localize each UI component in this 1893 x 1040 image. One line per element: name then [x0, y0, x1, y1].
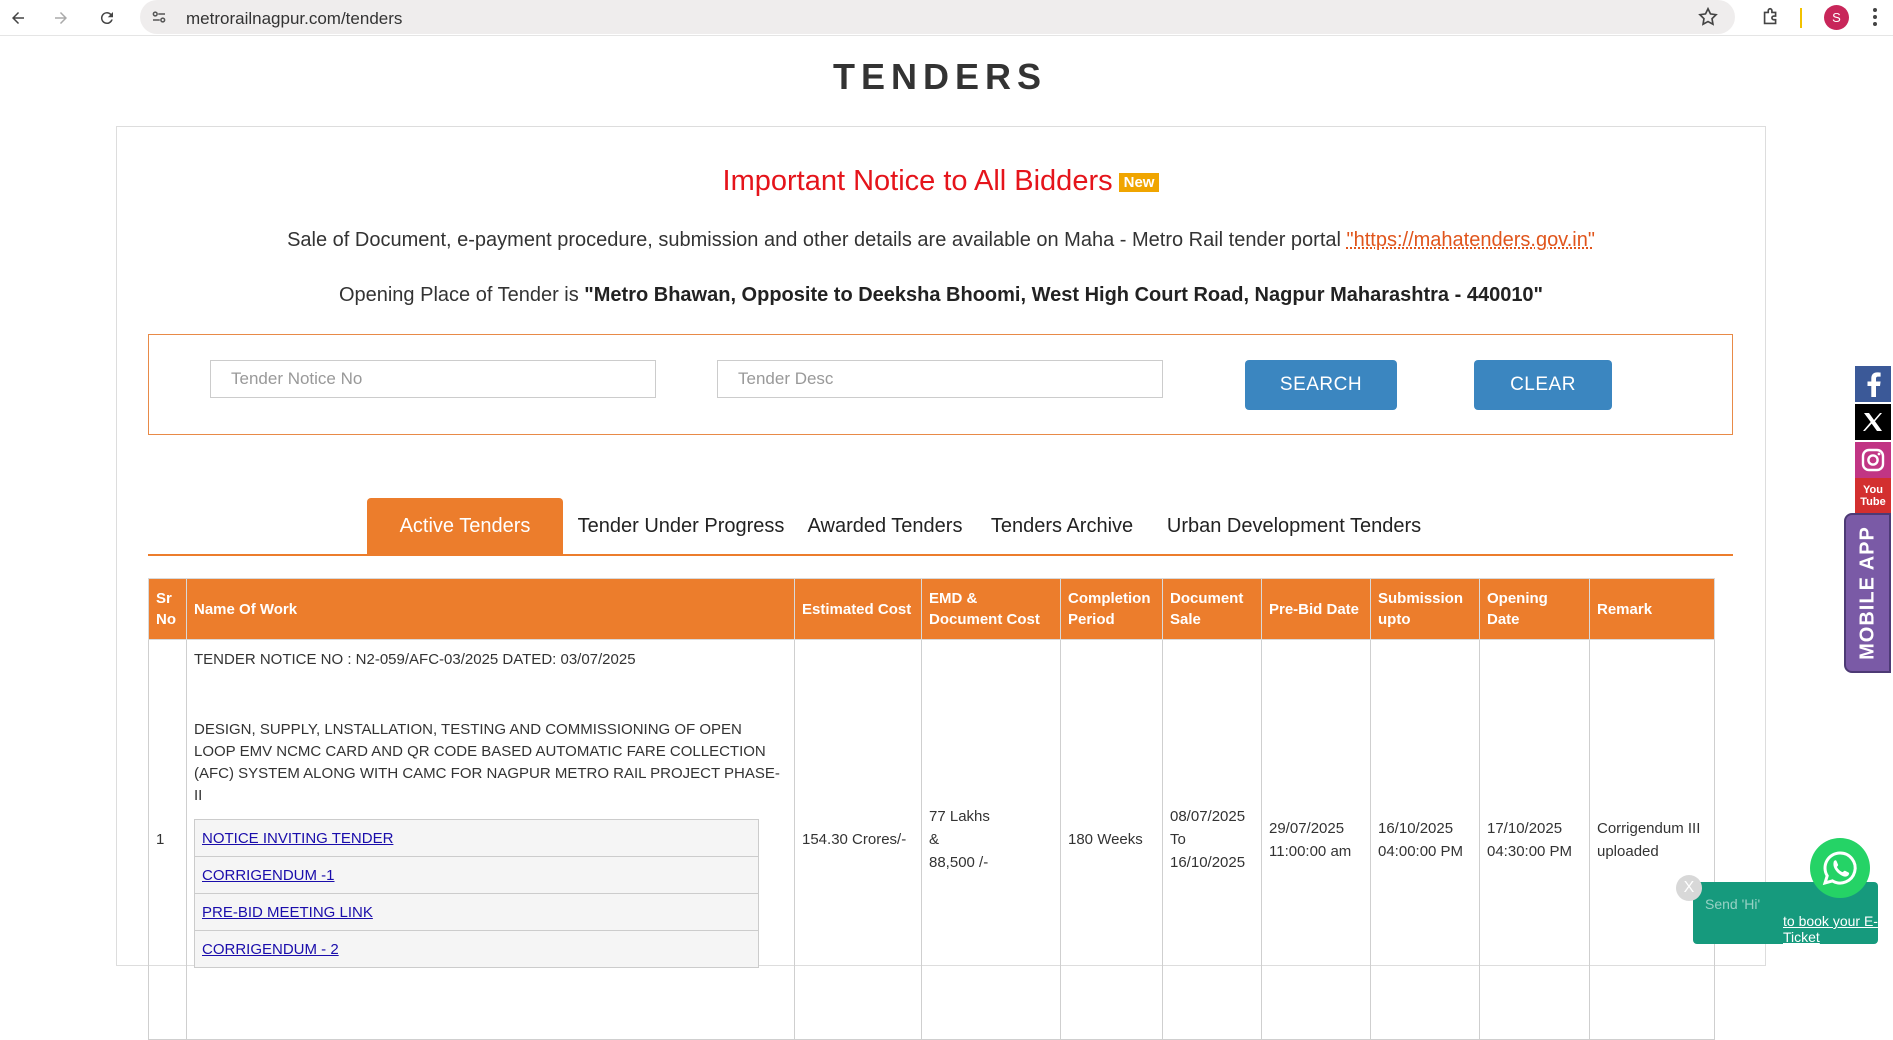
youtube-label-bottom: Tube [1860, 496, 1886, 508]
site-settings-icon[interactable] [150, 8, 168, 26]
row-completion-period: 180 Weeks [1060, 639, 1163, 1040]
x-twitter-icon[interactable] [1855, 404, 1891, 440]
header-pre-bid-date: Pre-Bid Date [1261, 578, 1371, 640]
tab-active-tenders[interactable]: Active Tenders [367, 498, 563, 555]
header-completion-period: Completion Period [1060, 578, 1163, 640]
emd-ampersand: & [929, 831, 940, 848]
prebid-date: 29/07/2025 [1269, 819, 1345, 837]
document-item: CORRIGENDUM -1 [194, 856, 759, 894]
row-remark: Corrigendum III uploaded [1589, 639, 1715, 1040]
document-cost: 88,500 /- [929, 854, 989, 871]
tab-tenders-archive[interactable]: Tenders Archive [984, 498, 1140, 555]
reload-icon[interactable] [93, 4, 121, 32]
prebid-time: 11:00:00 am [1269, 842, 1352, 860]
opening-date: 17/10/2025 [1487, 819, 1563, 837]
opening-place-label: Opening Place of Tender is [338, 284, 585, 306]
clear-button[interactable]: CLEAR [1474, 360, 1612, 410]
tenders-table: Sr No Name Of Work Estimated Cost EMD & … [148, 578, 1715, 1040]
whatsapp-send-hi: Send 'Hi' [1705, 896, 1761, 912]
header-opening-date: Opening Date [1479, 578, 1590, 640]
table-header-row: Sr No Name Of Work Estimated Cost EMD & … [148, 578, 1715, 640]
doc-sale-start: 08/07/2025 [1170, 808, 1246, 825]
header-estimated-cost: Estimated Cost [794, 578, 922, 640]
url-text: metrorailnagpur.com/tenders [186, 9, 403, 28]
notice-inviting-tender-link[interactable]: NOTICE INVITING TENDER [202, 830, 393, 847]
tab-tender-under-progress[interactable]: Tender Under Progress [576, 498, 786, 555]
header-submission-upto: Submission upto [1370, 578, 1480, 640]
toolbar-separator [1800, 8, 1802, 28]
table-row: 1 TENDER NOTICE NO : N2-059/AFC-03/2025 … [148, 639, 1715, 1040]
document-item: NOTICE INVITING TENDER [194, 819, 759, 857]
extensions-puzzle-icon[interactable] [1760, 6, 1782, 28]
search-form: SEARCH CLEAR [148, 334, 1733, 435]
youtube-label-top: You [1863, 484, 1883, 496]
tenders-panel: Important Notice to All Bidders New Sale … [116, 126, 1766, 1040]
mobile-app-button[interactable]: MOBILE APP [1844, 513, 1891, 673]
browser-menu-icon[interactable] [1866, 6, 1884, 28]
row-name-of-work: TENDER NOTICE NO : N2-059/AFC-03/2025 DA… [186, 639, 795, 1040]
document-item: PRE-BID MEETING LINK [194, 893, 759, 931]
facebook-icon[interactable] [1855, 366, 1891, 402]
submission-date: 16/10/2025 [1378, 819, 1454, 837]
tab-awarded-tenders[interactable]: Awarded Tenders [804, 498, 966, 555]
close-icon[interactable]: X [1676, 875, 1702, 901]
row-emd-document-cost: 77 Lakhs & 88,500 /- [921, 639, 1061, 1040]
tender-notice-number: TENDER NOTICE NO : N2-059/AFC-03/2025 DA… [194, 651, 636, 668]
mobile-app-label: MOBILE APP [1856, 526, 1878, 660]
opening-time: 04:30:00 PM [1487, 842, 1573, 860]
notice-title-text: Important Notice to All Bidders [722, 165, 1113, 197]
header-remark: Remark [1589, 578, 1715, 640]
bookmark-star-icon[interactable] [1697, 6, 1719, 28]
header-emd-document-cost: EMD & Document Cost [921, 578, 1061, 640]
notice-opening-place: Opening Place of Tender is "Metro Bhawan… [117, 284, 1765, 307]
profile-avatar[interactable]: S [1824, 5, 1849, 30]
instagram-icon[interactable] [1855, 442, 1891, 478]
row-sr-no: 1 [148, 639, 187, 1040]
whatsapp-icon[interactable] [1810, 838, 1870, 898]
doc-sale-end: 16/10/2025 [1170, 854, 1246, 871]
row-estimated-cost: 154.30 Crores/- [794, 639, 922, 1040]
notice-heading: Important Notice to All Bidders New [117, 165, 1765, 198]
new-badge: New [1118, 173, 1160, 192]
browser-toolbar: metrorailnagpur.com/tenders S [0, 0, 1893, 36]
row-pre-bid-date: 29/07/2025 11:00:00 am [1261, 639, 1371, 1040]
header-document-sale: Document Sale [1162, 578, 1262, 640]
opening-place-address: "Metro Bhawan, Opposite to Deeksha Bhoom… [584, 284, 1544, 306]
tender-notice-no-input[interactable] [210, 360, 656, 398]
corrigendum-1-link[interactable]: CORRIGENDUM -1 [202, 867, 335, 884]
tender-description: DESIGN, SUPPLY, LNSTALLATION, TESTING AN… [194, 721, 780, 804]
tender-desc-input[interactable] [717, 360, 1163, 398]
notice-portal-line: Sale of Document, e-payment procedure, s… [117, 229, 1765, 252]
tender-documents-list: NOTICE INVITING TENDER CORRIGENDUM -1 PR… [194, 819, 759, 968]
row-submission-upto: 16/10/2025 04:00:00 PM [1370, 639, 1480, 1040]
header-name-of-work: Name Of Work [186, 578, 795, 640]
mahatenders-link[interactable]: "https://mahatenders.gov.in" [1347, 229, 1595, 251]
page-title: TENDERS [832, 56, 1048, 97]
back-arrow-icon[interactable] [4, 4, 32, 32]
header-sr-no: Sr No [148, 578, 187, 640]
doc-sale-to: To [1170, 831, 1186, 848]
forward-arrow-icon[interactable] [47, 4, 75, 32]
row-opening-date: 17/10/2025 04:30:00 PM [1479, 639, 1590, 1040]
tab-urban-development-tenders[interactable]: Urban Development Tenders [1158, 498, 1430, 555]
pre-bid-meeting-link[interactable]: PRE-BID MEETING LINK [202, 904, 373, 921]
submission-time: 04:00:00 PM [1378, 842, 1464, 860]
document-item: CORRIGENDUM - 2 [194, 930, 759, 968]
corrigendum-2-link[interactable]: CORRIGENDUM - 2 [202, 941, 339, 958]
youtube-icon[interactable]: You Tube [1855, 478, 1891, 514]
notice-portal-text: Sale of Document, e-payment procedure, s… [287, 229, 1347, 251]
address-bar[interactable]: metrorailnagpur.com/tenders [140, 0, 1735, 34]
emd-amount: 77 Lakhs [929, 808, 990, 825]
tender-tabs: Active Tenders Tender Under Progress Awa… [148, 498, 1733, 556]
whatsapp-book-eticket[interactable]: to book your E-Ticket [1783, 913, 1893, 945]
search-button[interactable]: SEARCH [1245, 360, 1397, 410]
row-document-sale: 08/07/2025 To 16/10/2025 [1162, 639, 1262, 1040]
